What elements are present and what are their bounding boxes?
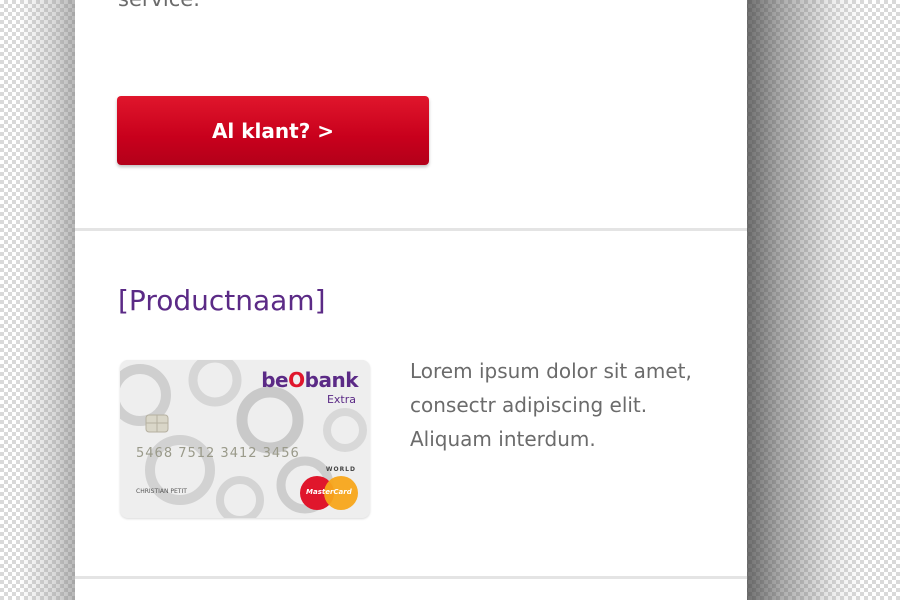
product-description: Lorem ipsum dolor sit amet, consectr adi… [410, 359, 692, 451]
card-holder-name: CHRISTIAN PETIT [136, 488, 187, 495]
card-world-label: WORLD [325, 466, 356, 473]
panel-shadow-right [745, 0, 865, 600]
panel-shadow-left [20, 0, 80, 600]
al-klant-button[interactable]: Al klant? > [117, 96, 429, 165]
section-divider [75, 228, 747, 231]
product-title[interactable]: [Productnaam] [118, 284, 326, 317]
card-tier-label: Extra [326, 393, 356, 406]
beobank-logo: beObank [261, 368, 358, 392]
card-number: 5468 7512 3412 3456 [136, 446, 300, 461]
mastercard-logo: MasterCard [300, 476, 358, 510]
section-divider [75, 576, 747, 579]
intro-text: service. [118, 0, 200, 12]
product-card-image[interactable]: beObank Extra 5468 7512 3412 3456 WORLD … [120, 360, 370, 518]
content-panel: service. Al klant? > [Productnaam] beOba… [75, 0, 747, 600]
